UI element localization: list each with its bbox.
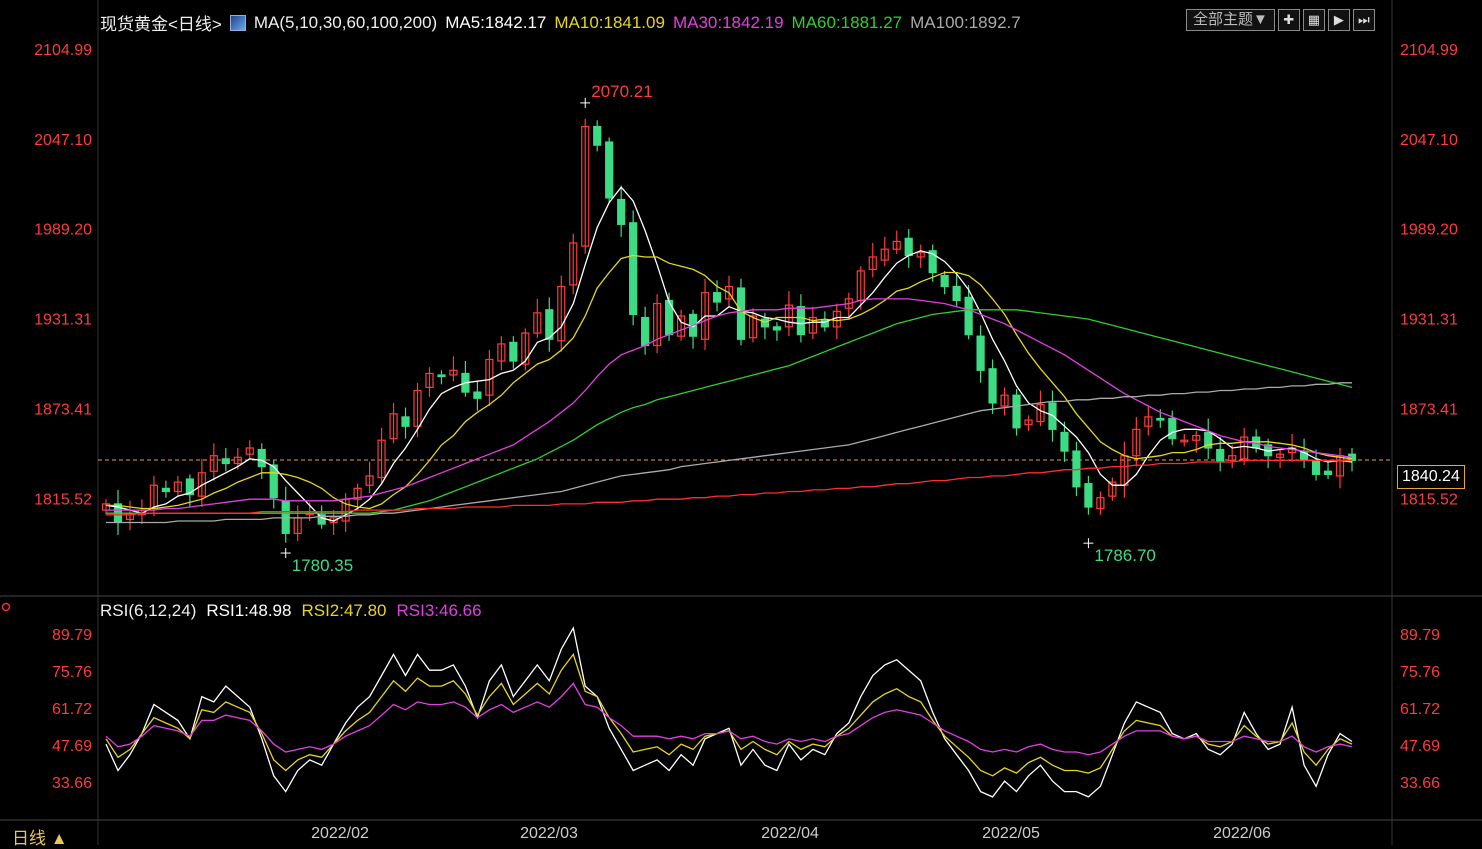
price-axis-label-left: 2104.99 (34, 42, 92, 59)
candle-body[interactable] (1168, 417, 1177, 440)
candle-body[interactable] (257, 448, 266, 468)
chart-canvas: 2104.99 2104.99 2047.10 2047.10 1989.20 1989.… (0, 0, 1482, 845)
ma-legend: 现货黄金<日线> MA(5,10,30,60,100,200) MA5:1842… (100, 10, 1021, 35)
price-axis-label-right: 1931.31 (1400, 312, 1458, 329)
pane-marker-icon[interactable] (1, 602, 11, 612)
rsi-axis-label-left: 33.66 (52, 775, 92, 792)
candle-body[interactable] (772, 326, 782, 331)
play-icon[interactable]: ▶ (1327, 9, 1350, 31)
rsi3-value: RSI3:46.66 (396, 601, 482, 620)
ma-indicator-name[interactable]: MA(5,10,30,60,100,200) (254, 13, 437, 33)
crosshair-icon[interactable]: ✚ (1277, 9, 1300, 31)
candle-body[interactable] (736, 287, 746, 340)
rsi-axis-label-left: 89.79 (52, 627, 92, 644)
series-line-ma100 (106, 382, 1352, 524)
candle-body[interactable] (641, 316, 650, 347)
candle-body[interactable] (1323, 470, 1333, 475)
candle-body[interactable] (605, 141, 614, 199)
candle-body[interactable] (1311, 459, 1321, 475)
candle-body[interactable] (988, 368, 997, 404)
candle-body[interactable] (221, 458, 230, 465)
price-axis-label-left: 1873.41 (34, 402, 92, 419)
candle-body[interactable] (401, 416, 410, 427)
ma30-value: MA30:1842.19 (672, 12, 784, 32)
rsi-legend: RSI(6,12,24) RSI1:48.98 RSI2:47.80 RSI3:… (100, 601, 482, 621)
theme-dropdown[interactable]: 全部主题▼ (1186, 9, 1275, 31)
indicator-icon[interactable] (229, 14, 246, 31)
ma100-value: MA100:1892.7 (910, 12, 1021, 32)
candle-body[interactable] (281, 500, 290, 534)
candle-body[interactable] (185, 478, 194, 496)
price-axis-label-right: 1815.52 (1400, 491, 1458, 508)
date-axis-label: 2022/02 (311, 825, 369, 842)
date-axis-label: 2022/03 (520, 825, 578, 842)
candle-body[interactable] (904, 237, 913, 257)
step-forward-icon[interactable]: ⏭ (1352, 9, 1375, 31)
ma60-value: MA60:1881.27 (791, 12, 903, 32)
rsi1-value: RSI1:48.98 (206, 601, 292, 620)
candle-body[interactable] (1060, 431, 1069, 452)
series-line-rsi2 (105, 653, 1353, 777)
candle-body[interactable] (964, 296, 973, 336)
series-line-ma60 (106, 309, 1353, 514)
date-axis-label: 2022/05 (982, 825, 1040, 842)
grid-icon[interactable]: ▦ (1302, 9, 1325, 31)
series-line-ma5 (105, 186, 1353, 522)
candle-body[interactable] (473, 391, 482, 399)
candle-body[interactable] (1084, 483, 1093, 508)
rsi-axis-label-left: 75.76 (52, 664, 92, 681)
price-axis-label-right: 1873.41 (1400, 402, 1458, 419)
low-price-label: 1780.35 (292, 556, 353, 575)
candle-body[interactable] (1216, 448, 1225, 463)
candle-body[interactable] (629, 222, 638, 316)
price-axis-label-left: 1815.52 (34, 491, 92, 508)
rsi-axis-label-left: 47.69 (52, 738, 92, 755)
price-axis-label-left: 1931.31 (34, 312, 92, 329)
high-price-label: 2070.21 (591, 82, 652, 101)
candle-body[interactable] (952, 285, 961, 302)
candle-body[interactable] (1156, 417, 1165, 421)
candle-body[interactable] (593, 125, 602, 146)
series-line-rsi3 (105, 682, 1353, 756)
candle-body[interactable] (760, 318, 770, 328)
candle-body[interactable] (161, 487, 171, 493)
rsi-axis-label-right: 47.69 (1400, 738, 1440, 755)
ma5-value: MA5:1842.17 (445, 12, 547, 32)
low-price-label: 1786.70 (1094, 546, 1155, 565)
candle-body[interactable] (712, 292, 722, 303)
rsi-axis-label-right: 89.79 (1400, 627, 1440, 644)
instrument-title[interactable]: 现货黄金<日线> (100, 10, 222, 35)
price-axis-label-right: 1989.20 (1400, 222, 1458, 239)
rsi-indicator-name[interactable]: RSI(6,12,24) (100, 601, 196, 621)
series-line-rsi1 (105, 626, 1353, 798)
date-axis-label: 2022/04 (761, 825, 819, 842)
date-axis-label: 2022/06 (1213, 825, 1271, 842)
series-line-ma10 (106, 254, 1353, 510)
rsi2-value: RSI2:47.80 (301, 601, 387, 620)
series-line-ma30 (106, 298, 1353, 511)
price-axis-label-left: 2047.10 (34, 132, 92, 149)
price-axis-label-left: 1989.20 (34, 222, 92, 239)
candle-body[interactable] (796, 306, 805, 336)
period-selector[interactable]: 日线 ▲ (12, 824, 68, 849)
price-axis-label-right: 2104.99 (1400, 42, 1458, 59)
candle-body[interactable] (976, 335, 985, 371)
candle-body[interactable] (617, 198, 626, 225)
candle-body[interactable] (1012, 394, 1021, 429)
chart-controls: 全部主题▼ ✚ ▦ ▶ ⏭ (1186, 9, 1375, 31)
rsi-axis-label-right: 61.72 (1400, 701, 1440, 718)
candle-body[interactable] (509, 341, 518, 362)
rsi-axis-label-right: 75.76 (1400, 664, 1440, 681)
price-axis-label-right: 2047.10 (1400, 132, 1458, 149)
candle-body[interactable] (940, 275, 949, 288)
last-price-tag: 1840.24 (1397, 465, 1465, 489)
rsi-axis-label-left: 61.72 (52, 701, 92, 718)
candle-body[interactable] (437, 374, 446, 378)
rsi-axis-label-right: 33.66 (1400, 775, 1440, 792)
ma10-value: MA10:1841.09 (554, 12, 665, 32)
